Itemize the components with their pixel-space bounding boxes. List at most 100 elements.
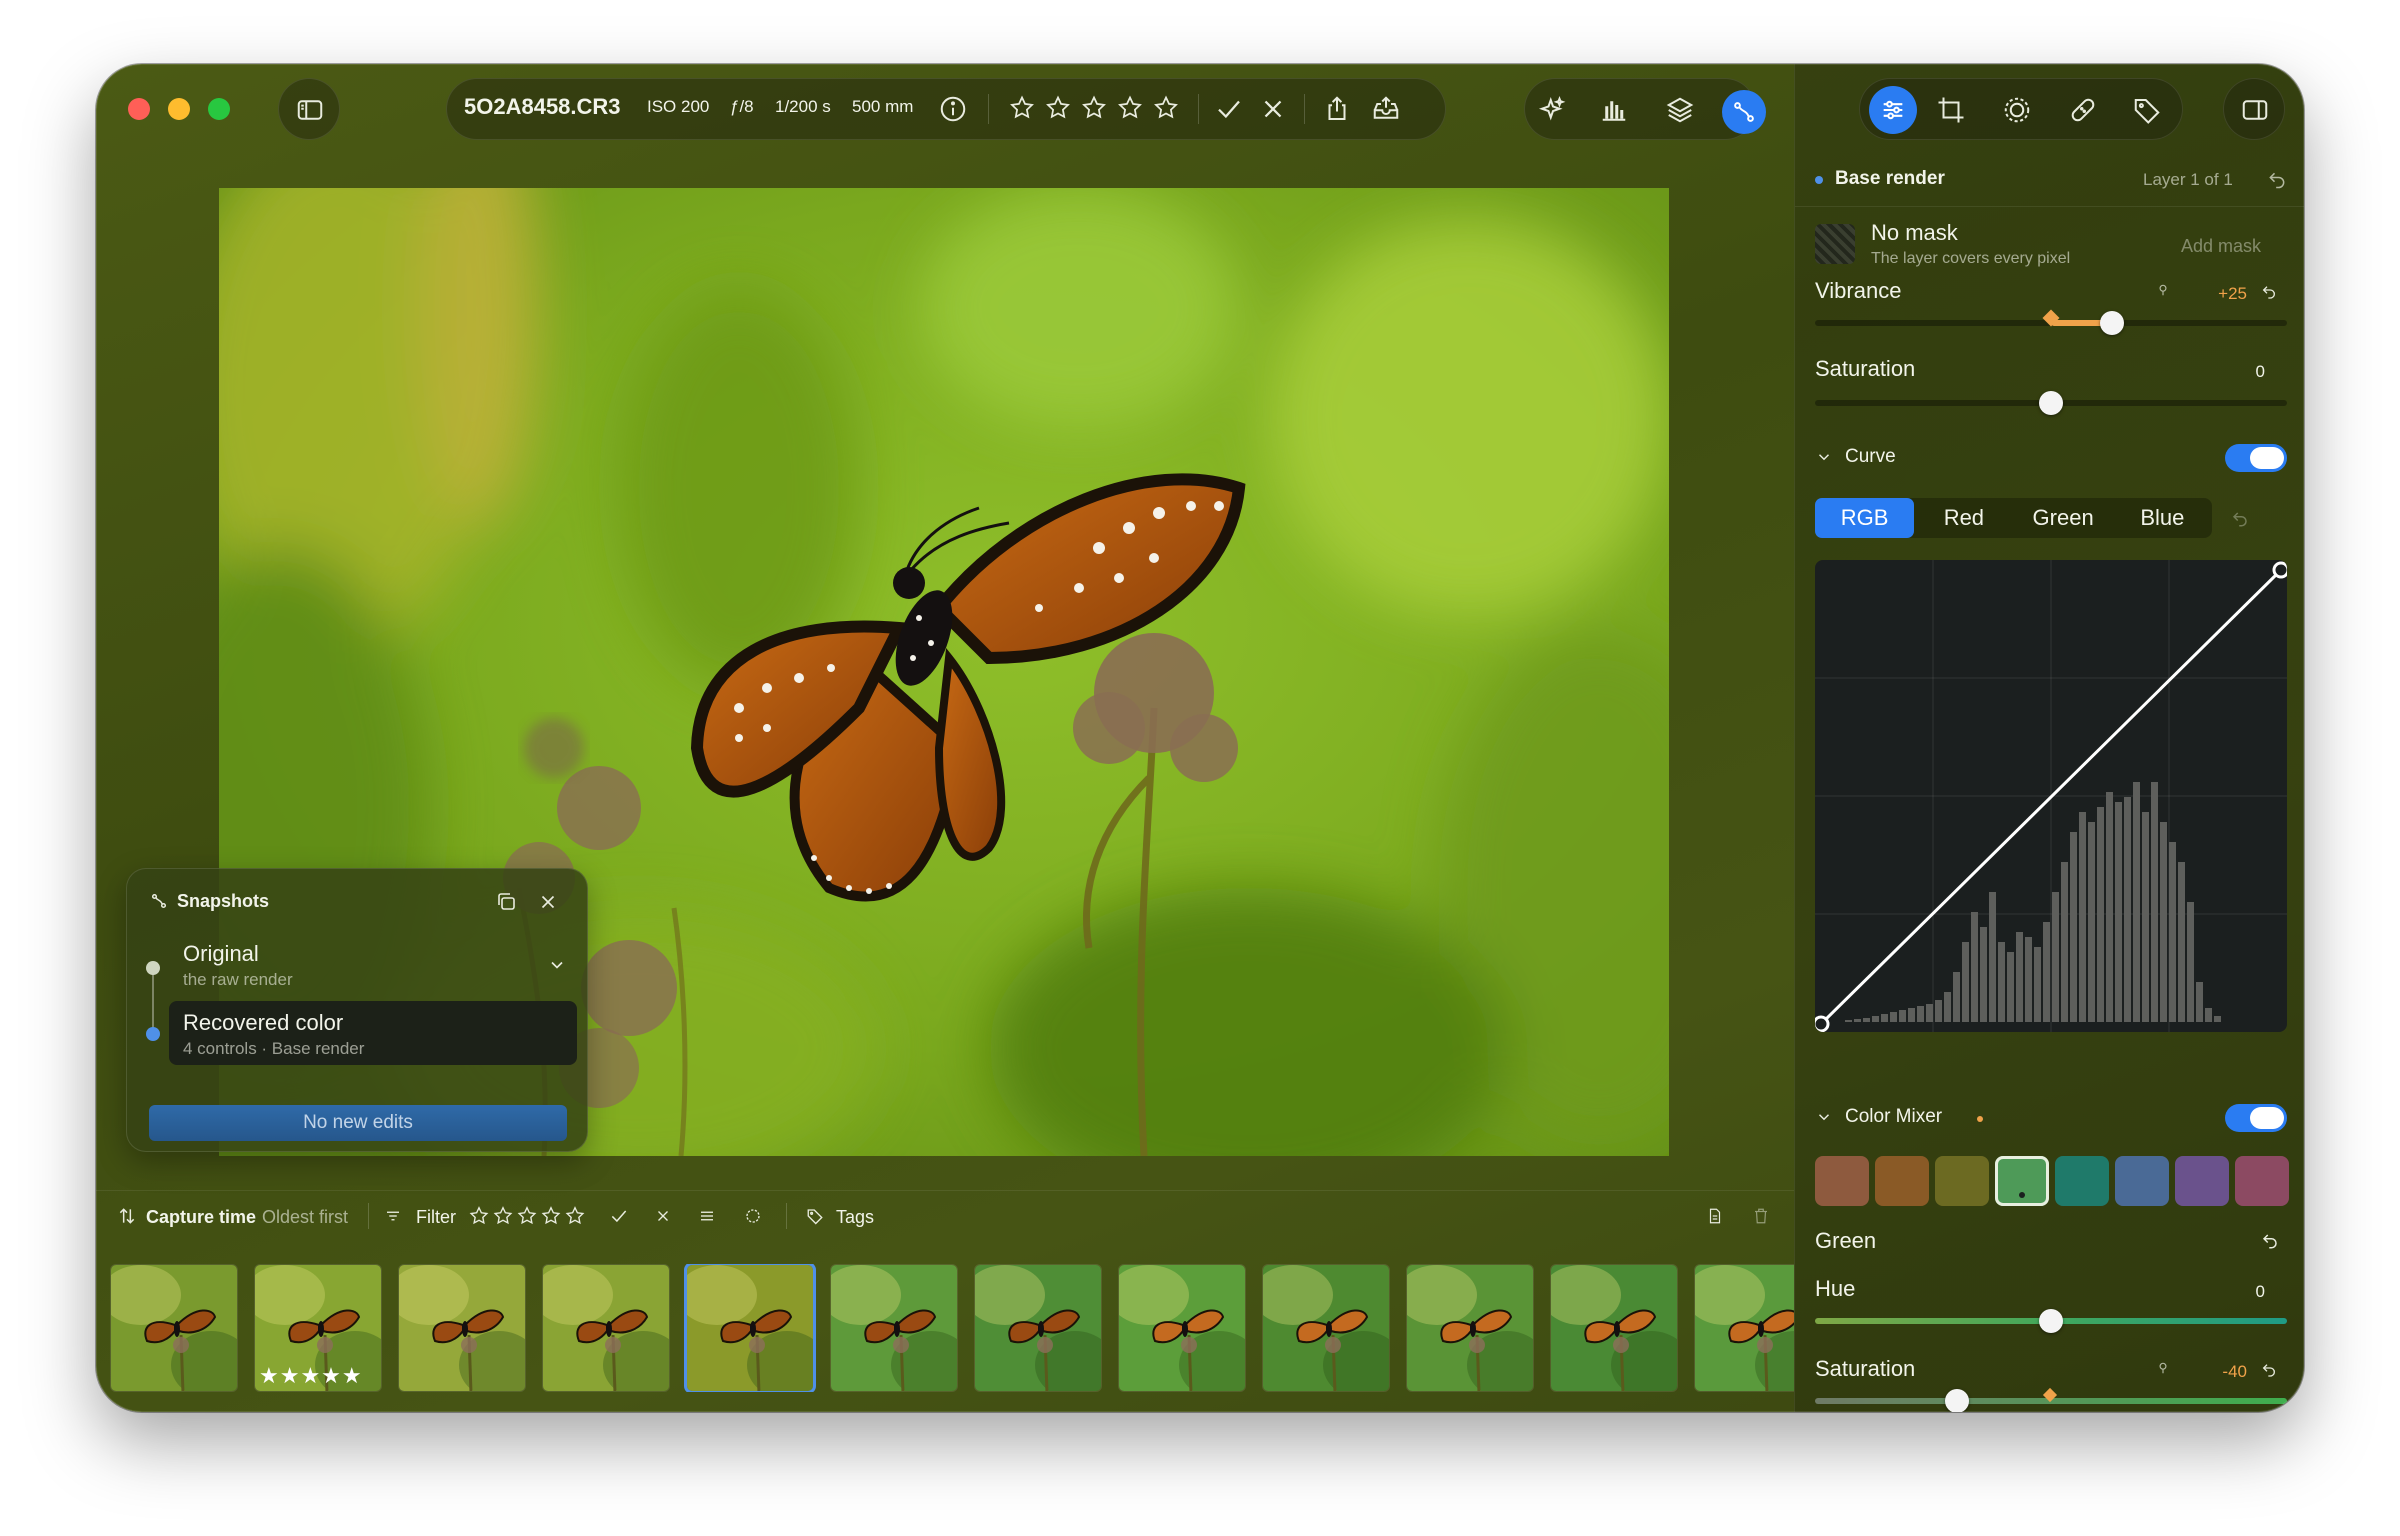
crop-icon[interactable]: [1935, 94, 1967, 126]
no-new-edits-button[interactable]: No new edits: [149, 1105, 567, 1141]
filter-star-icon[interactable]: [468, 1205, 490, 1227]
mask-circle-icon[interactable]: [2001, 94, 2033, 126]
filter-star-icon[interactable]: [540, 1205, 562, 1227]
sort-order-label[interactable]: Oldest first: [262, 1207, 348, 1228]
layers-icon[interactable]: [1664, 94, 1696, 126]
snapshot-item-recovered-color[interactable]: Recovered color 4 controls · Base render: [169, 1001, 577, 1065]
filter-adjusted-icon[interactable]: [696, 1205, 718, 1227]
minimize-window-button[interactable]: [168, 98, 190, 120]
color-swatch[interactable]: [2115, 1156, 2169, 1206]
channel-tab-blue[interactable]: Blue: [2113, 498, 2212, 538]
pin-icon[interactable]: [2155, 282, 2171, 298]
connect-tool-icon[interactable]: [1722, 90, 1766, 134]
snapshot-item-subtitle: the raw render: [183, 970, 293, 989]
filmstrip-thumbnail[interactable]: [1406, 1264, 1534, 1392]
tag-icon[interactable]: [804, 1205, 826, 1227]
star-icon[interactable]: [1116, 94, 1144, 122]
curve-point-black[interactable]: [1815, 1015, 1830, 1032]
color-swatch[interactable]: [1875, 1156, 1929, 1206]
adjustments-sliders-icon[interactable]: [1869, 86, 1917, 134]
filmstrip-thumbnail[interactable]: [684, 1264, 816, 1392]
info-icon[interactable]: [938, 94, 968, 124]
trash-icon[interactable]: [1750, 1205, 1772, 1227]
duplicate-icon[interactable]: [493, 889, 519, 915]
mixer-saturation-reset-icon[interactable]: [2259, 1360, 2279, 1380]
curve-enabled-toggle[interactable]: [2225, 444, 2287, 472]
tone-curve-editor[interactable]: [1815, 560, 2287, 1032]
filmstrip-thumbnail[interactable]: [830, 1264, 958, 1392]
filter-picked-check-icon[interactable]: [608, 1205, 630, 1227]
hue-knob[interactable]: [2039, 1309, 2063, 1333]
share-icon[interactable]: [1322, 94, 1352, 124]
filmstrip-thumbnail[interactable]: [1694, 1264, 1794, 1392]
sidebar-icon: [279, 79, 341, 141]
star-icon[interactable]: [1152, 94, 1180, 122]
sparkle-auto-icon[interactable]: [1536, 94, 1568, 126]
star-icon[interactable]: [1080, 94, 1108, 122]
filter-icon[interactable]: [382, 1205, 404, 1227]
color-mixer-enabled-toggle[interactable]: [2225, 1104, 2287, 1132]
filter-star-icon[interactable]: [516, 1205, 538, 1227]
filmstrip-thumbnail[interactable]: [398, 1264, 526, 1392]
color-mixer-section-title[interactable]: Color Mixer: [1845, 1106, 1942, 1128]
hue-value[interactable]: 0: [2225, 1282, 2265, 1302]
vibrance-value[interactable]: +25: [2193, 284, 2247, 304]
color-swatch[interactable]: [1815, 1156, 1869, 1206]
curve-point-white[interactable]: [2272, 561, 2287, 579]
histogram-icon[interactable]: [1598, 94, 1630, 126]
filmstrip-thumbnail[interactable]: [110, 1264, 238, 1392]
vibrance-knob[interactable]: [2100, 311, 2125, 335]
filmstrip-thumbnail[interactable]: [1118, 1264, 1246, 1392]
mixer-saturation-value[interactable]: -40: [2193, 1362, 2247, 1382]
zoom-window-button[interactable]: [208, 98, 230, 120]
inspector-toggle-button[interactable]: [2223, 78, 2285, 140]
add-mask-button[interactable]: Add mask: [2181, 236, 2261, 257]
filmstrip-thumbnail[interactable]: [1550, 1264, 1678, 1392]
filter-label[interactable]: Filter: [416, 1207, 456, 1228]
sort-field-label[interactable]: Capture time: [146, 1207, 256, 1228]
color-swatch[interactable]: [1935, 1156, 1989, 1206]
filter-rejected-x-icon[interactable]: [652, 1205, 674, 1227]
curve-reset-icon[interactable]: [2229, 508, 2251, 530]
snapshot-item-original[interactable]: Original the raw render: [183, 941, 567, 999]
chevron-down-icon[interactable]: [1813, 446, 1835, 468]
sidebar-toggle-button[interactable]: [278, 78, 340, 140]
close-window-button[interactable]: [128, 98, 150, 120]
filter-star-icon[interactable]: [492, 1205, 514, 1227]
color-swatch[interactable]: [2175, 1156, 2229, 1206]
star-icon[interactable]: [1044, 94, 1072, 122]
star-icon[interactable]: [1008, 94, 1036, 122]
tags-label[interactable]: Tags: [836, 1207, 874, 1228]
vibrance-reset-icon[interactable]: [2259, 282, 2279, 302]
metadata-tag-icon[interactable]: [2131, 94, 2163, 126]
reject-x-icon[interactable]: [1258, 94, 1288, 124]
filmstrip-thumbnail[interactable]: [974, 1264, 1102, 1392]
channel-tab-red[interactable]: Red: [1914, 498, 2013, 538]
filmstrip-thumbnail[interactable]: [542, 1264, 670, 1392]
mask-subtitle: The layer covers every pixel: [1871, 250, 2071, 267]
filter-unedited-circle-icon[interactable]: [742, 1205, 764, 1227]
color-swatch[interactable]: [2055, 1156, 2109, 1206]
color-swatch[interactable]: [2235, 1156, 2289, 1206]
mixer-reset-icon[interactable]: [2259, 1230, 2281, 1252]
curve-section-title[interactable]: Curve: [1845, 446, 1896, 468]
pin-icon[interactable]: [2155, 1360, 2171, 1376]
heal-bandage-icon[interactable]: [2067, 94, 2099, 126]
channel-tab-green[interactable]: Green: [2014, 498, 2113, 538]
saturation-value[interactable]: 0: [2225, 362, 2265, 382]
close-icon[interactable]: [535, 889, 561, 915]
channel-tab-rgb[interactable]: RGB: [1815, 498, 1915, 538]
pick-check-icon[interactable]: [1214, 94, 1244, 124]
filter-star-icon[interactable]: [564, 1205, 586, 1227]
filmstrip-thumbnail[interactable]: [1262, 1264, 1390, 1392]
document-icon[interactable]: [1704, 1205, 1726, 1227]
saturation-knob[interactable]: [2039, 391, 2063, 415]
mixer-saturation-knob[interactable]: [1944, 1389, 1969, 1412]
reset-undo-icon[interactable]: [2265, 168, 2289, 192]
chevron-down-icon[interactable]: [1813, 1106, 1835, 1128]
layer-name[interactable]: Base render: [1835, 168, 1945, 190]
export-tray-icon[interactable]: [1370, 94, 1402, 124]
sort-arrows-icon[interactable]: [116, 1205, 138, 1227]
color-swatch[interactable]: [1995, 1156, 2049, 1206]
filmstrip-thumbnail[interactable]: ★★★★★: [254, 1264, 382, 1392]
